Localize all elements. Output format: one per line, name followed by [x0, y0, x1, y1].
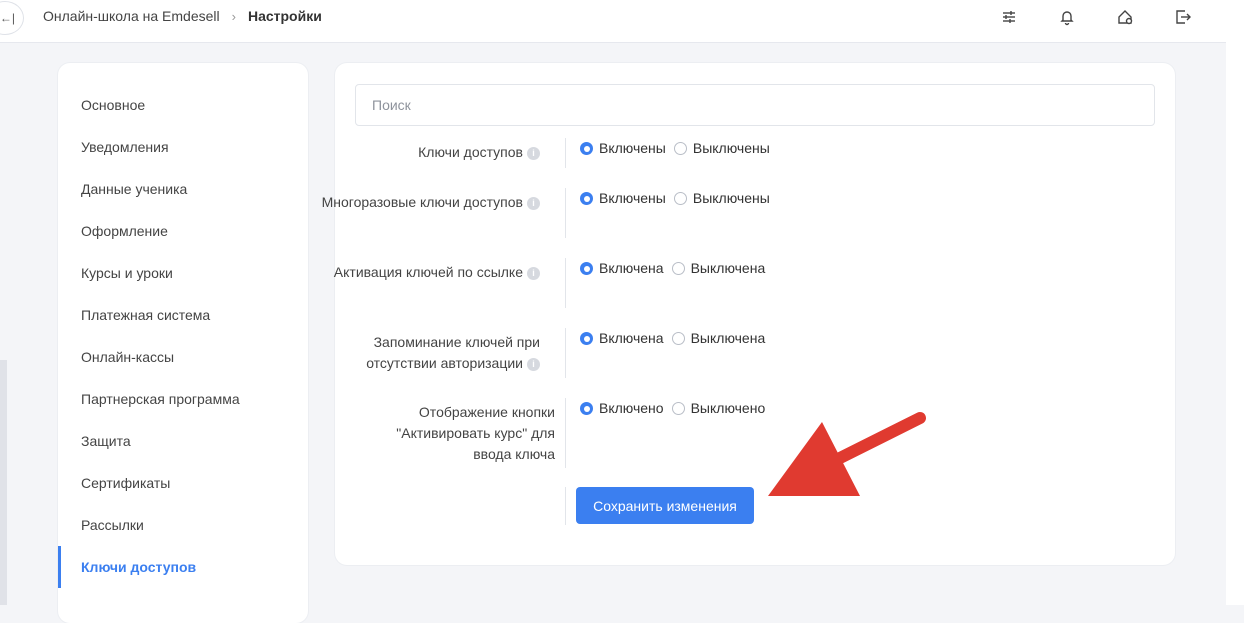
left-edge-strip: [0, 360, 7, 605]
sidebar-item-courses[interactable]: Курсы и уроки: [58, 252, 308, 294]
radio-checked[interactable]: [580, 401, 593, 415]
radio-option-on[interactable]: Включена: [580, 260, 664, 276]
divider: [565, 487, 566, 525]
radio-option-on[interactable]: Включены: [580, 190, 666, 206]
red-arrow-annotation: [768, 412, 926, 496]
radio-group: Включены Выключены: [580, 190, 778, 206]
radio-unchecked[interactable]: [673, 141, 687, 155]
radio-option-off[interactable]: Выключена: [671, 330, 766, 346]
sidebar-item-cashbox[interactable]: Онлайн-кассы: [58, 336, 308, 378]
radio-unchecked[interactable]: [671, 401, 685, 415]
home-settings-icon[interactable]: [1116, 7, 1174, 27]
info-icon[interactable]: i: [527, 266, 540, 280]
breadcrumb-current: Настройки: [247, 8, 322, 24]
radio-label: Включены: [599, 140, 666, 156]
setting-label-text: Ключи доступов: [418, 144, 523, 160]
radio-label: Выключены: [692, 140, 770, 156]
top-bar: ←| Онлайн-школа на Emdesell › Настройки: [0, 0, 1226, 43]
radio-group: Включено Выключено: [580, 400, 773, 416]
radio-label: Выключена: [690, 330, 766, 346]
radio-group: Включена Выключена: [580, 260, 773, 276]
info-icon[interactable]: i: [527, 146, 540, 160]
setting-label-text: Отображение кнопки "Активировать курс" д…: [396, 404, 555, 462]
sidebar-item-mailings[interactable]: Рассылки: [58, 504, 308, 546]
chevron-right-icon: ›: [231, 8, 236, 24]
radio-unchecked[interactable]: [671, 261, 685, 275]
sidebar-item-design[interactable]: Оформление: [58, 210, 308, 252]
logout-icon[interactable]: [1174, 7, 1232, 27]
radio-label: Включена: [599, 260, 664, 276]
radio-option-off[interactable]: Выключено: [671, 400, 766, 416]
save-changes-button[interactable]: Сохранить изменения: [576, 487, 754, 524]
radio-group: Включена Выключена: [580, 330, 773, 346]
sidebar-item-protection[interactable]: Защита: [58, 420, 308, 462]
scrollbar-track[interactable]: [1226, 0, 1244, 605]
radio-label: Выключены: [692, 190, 770, 206]
breadcrumb: Онлайн-школа на Emdesell › Настройки: [43, 8, 322, 24]
sidebar-item-student-data[interactable]: Данные ученика: [58, 168, 308, 210]
sidebar-item-access-keys[interactable]: Ключи доступов: [58, 546, 308, 588]
setting-label-text: Активация ключей по ссылке: [333, 264, 523, 280]
radio-option-off[interactable]: Выключена: [671, 260, 766, 276]
search-input[interactable]: [355, 84, 1155, 126]
settings-panel: Ключи доступов i Включены Выключены Много…: [322, 63, 1175, 565]
setting-label: Отображение кнопки "Активировать курс" д…: [355, 402, 555, 465]
divider: [565, 258, 566, 308]
radio-option-off[interactable]: Выключены: [673, 140, 770, 156]
radio-checked[interactable]: [580, 331, 593, 345]
collapse-sidebar-button[interactable]: ←|: [0, 1, 24, 35]
setting-label: Ключи доступов i: [320, 142, 540, 163]
setting-label-text: Многоразовые ключи доступов: [321, 194, 523, 210]
sliders-icon[interactable]: [1000, 7, 1058, 27]
divider: [565, 398, 566, 468]
radio-label: Выключена: [690, 260, 766, 276]
radio-label: Включено: [599, 400, 664, 416]
collapse-icon: ←|: [0, 11, 15, 25]
radio-label: Включены: [599, 190, 666, 206]
setting-label-text: Запоминание ключей при отсутствии автори…: [366, 334, 540, 371]
divider: [565, 138, 566, 168]
setting-label: Запоминание ключей при отсутствии автори…: [300, 332, 540, 374]
info-icon[interactable]: i: [527, 357, 540, 371]
sidebar-item-payment[interactable]: Платежная система: [58, 294, 308, 336]
sidebar-item-certificates[interactable]: Сертификаты: [58, 462, 308, 504]
sidebar-item-partners[interactable]: Партнерская программа: [58, 378, 308, 420]
radio-option-on[interactable]: Включены: [580, 140, 666, 156]
radio-checked[interactable]: [580, 261, 593, 275]
radio-option-on[interactable]: Включена: [580, 330, 664, 346]
radio-option-on[interactable]: Включено: [580, 400, 664, 416]
sidebar-item-basic[interactable]: Основное: [58, 84, 308, 126]
breadcrumb-school-link[interactable]: Онлайн-школа на Emdesell: [43, 8, 220, 24]
radio-unchecked[interactable]: [673, 191, 687, 205]
sidebar-item-notifications[interactable]: Уведомления: [58, 126, 308, 168]
radio-label: Включена: [599, 330, 664, 346]
radio-unchecked[interactable]: [671, 331, 685, 345]
setting-label: Активация ключей по ссылке i: [320, 262, 540, 283]
radio-checked[interactable]: [580, 141, 593, 155]
settings-sidebar: Основное Уведомления Данные ученика Офор…: [58, 63, 308, 623]
radio-option-off[interactable]: Выключены: [673, 190, 770, 206]
setting-label: Многоразовые ключи доступов i: [320, 192, 540, 213]
radio-group: Включены Выключены: [580, 140, 778, 156]
info-icon[interactable]: i: [527, 196, 540, 210]
divider: [565, 328, 566, 378]
bell-icon[interactable]: [1058, 7, 1116, 27]
radio-label: Выключено: [690, 400, 766, 416]
divider: [565, 188, 566, 238]
radio-checked[interactable]: [580, 191, 593, 205]
